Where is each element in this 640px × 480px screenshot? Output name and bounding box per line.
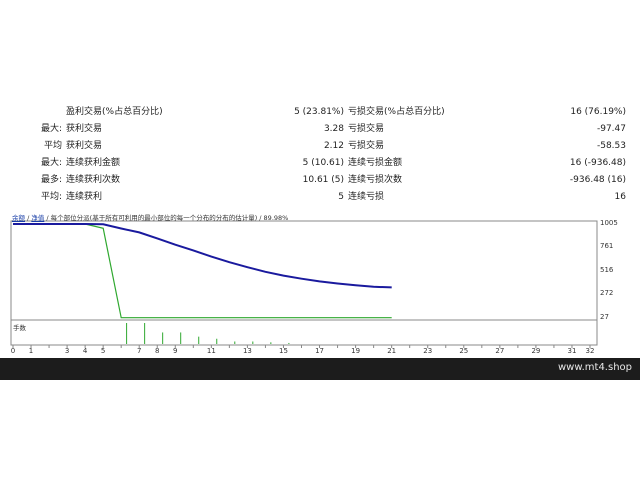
chart-header: 余额 / 净值 / 每个部位分派(基于所有可利用的最小部位的每一个分布的分布的估… <box>12 212 288 222</box>
x-tick-label: 0 <box>10 347 16 355</box>
y-tick-label: 27 <box>600 313 609 321</box>
main-plot-frame <box>10 220 598 321</box>
chart-description: 每个部位分派(基于所有可利用的最小部位的每一个分布的分布的估计量) / 89.9… <box>50 214 289 222</box>
x-tick-label: 23 <box>423 347 433 355</box>
x-tick-label: 9 <box>173 347 178 355</box>
footer-bar: www.mt4.shop <box>0 358 640 380</box>
site-watermark: www.mt4.shop <box>557 362 632 373</box>
histogram-frame <box>10 319 598 346</box>
x-tick-label: 4 <box>82 347 88 355</box>
histogram-label: 手数 <box>13 324 26 332</box>
x-tick-label: 29 <box>531 347 541 355</box>
x-tick-label: 21 <box>387 347 397 355</box>
x-tick-label: 32 <box>585 347 595 355</box>
x-tick-label: 1 <box>28 347 34 355</box>
balance-line <box>13 223 392 289</box>
x-tick-label: 13 <box>242 347 252 355</box>
x-tick-label: 5 <box>100 347 106 355</box>
x-tick-label: 7 <box>136 347 142 355</box>
equity-line <box>13 223 392 319</box>
balance-chart: 余额 / 净值 / 每个部位分派(基于所有可利用的最小部位的每一个分布的分布的估… <box>0 0 640 360</box>
x-tick-label: 19 <box>351 347 361 355</box>
balance-link[interactable]: 余额 <box>12 214 25 222</box>
x-tick-label: 27 <box>495 347 505 355</box>
x-tick-label: 8 <box>155 347 160 355</box>
y-tick-label: 272 <box>600 289 614 298</box>
x-tick-label: 15 <box>279 347 288 355</box>
x-tick-label: 31 <box>567 347 577 355</box>
x-tick-label: 17 <box>315 347 324 355</box>
y-tick-label: 761 <box>600 242 614 251</box>
y-tick-label: 1005 <box>600 219 618 227</box>
x-tick-label: 25 <box>459 347 469 355</box>
chart-svg <box>10 220 598 348</box>
x-tick-label: 3 <box>64 347 70 355</box>
x-tick-label: 11 <box>206 347 216 355</box>
equity-link[interactable]: 净值 <box>31 214 44 222</box>
y-tick-label: 516 <box>600 266 614 274</box>
